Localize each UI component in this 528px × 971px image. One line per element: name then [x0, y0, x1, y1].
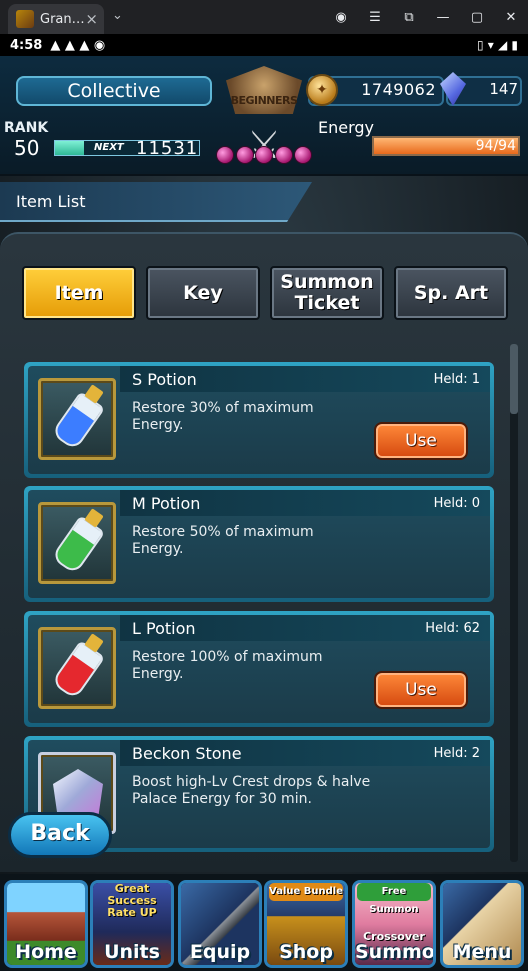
player-hud: Collective RANK 50 NEXT 11531 BEGINNERS …: [0, 56, 528, 176]
list-item[interactable]: S Potion Held: 1 Restore 30% of maximum …: [24, 362, 494, 478]
tab-sp-art[interactable]: Sp. Art: [394, 266, 508, 320]
browser-tab[interactable]: Gran… ×: [8, 4, 104, 34]
item-description: Restore 30% of maximum Energy.: [132, 400, 314, 433]
tab-summon-ticket[interactable]: Summon Ticket: [270, 266, 384, 320]
gem-icon: [216, 146, 234, 164]
browser-titlebar: Gran… × ⌄ ◉ ☰ ⧉ — ▢ ✕: [0, 0, 528, 34]
minimize-icon[interactable]: —: [426, 10, 460, 25]
back-button[interactable]: Back: [8, 812, 112, 858]
item-held-count: Held: 2: [433, 746, 480, 761]
nav-menu[interactable]: Menu: [440, 880, 524, 968]
nav-label: Summon: [355, 941, 435, 963]
next-exp-value: 11531: [136, 138, 199, 159]
nav-label: Units: [104, 941, 160, 963]
use-button[interactable]: Use: [374, 671, 468, 709]
player-name[interactable]: Collective: [16, 76, 212, 106]
item-list[interactable]: S Potion Held: 1 Restore 30% of maximum …: [24, 362, 494, 852]
tab-item[interactable]: Item: [22, 266, 136, 320]
item-name: S Potion: [132, 370, 197, 389]
game-screen: Collective RANK 50 NEXT 11531 BEGINNERS …: [0, 56, 528, 971]
nav-label: Shop: [279, 941, 333, 963]
tab-dropdown-icon[interactable]: ⌄: [112, 8, 123, 23]
system-icons: ▯ ▾ ◢ ▮: [477, 38, 518, 52]
nav-promo: Great Success Rate UP: [107, 882, 157, 919]
scroll-thumb[interactable]: [510, 344, 518, 414]
item-held-count: Held: 0: [433, 496, 480, 511]
nav-units[interactable]: Great Success Rate UP Units: [90, 880, 174, 968]
status-time: 4:58: [10, 37, 43, 53]
list-item[interactable]: M Potion Held: 0 Restore 50% of maximum …: [24, 486, 494, 602]
tab-title: Gran…: [40, 11, 85, 27]
game-favicon-icon: [16, 10, 34, 28]
item-name: Beckon Stone: [132, 744, 242, 763]
nav-equip[interactable]: Equip: [178, 880, 262, 968]
item-name: L Potion: [132, 619, 196, 638]
category-tabs: Item Key Summon Ticket Sp. Art: [22, 266, 508, 320]
gem-icon: [255, 146, 273, 164]
close-icon[interactable]: ✕: [494, 10, 528, 25]
rank-value: 50: [14, 136, 40, 160]
page-title: Item List: [16, 192, 86, 211]
item-held-count: Held: 62: [425, 621, 480, 636]
nav-label: Menu: [452, 941, 512, 963]
emblem-gems: [216, 146, 312, 164]
item-held-count: Held: 1: [433, 372, 480, 387]
gold-value: 1749062: [361, 80, 436, 99]
use-button[interactable]: Use: [374, 422, 468, 460]
screenshot-icon[interactable]: ⧉: [392, 10, 426, 25]
energy-value: 94/94: [475, 138, 516, 154]
item-description: Boost high-Lv Crest drops & halve Palace…: [132, 774, 371, 807]
gem-icon: [235, 146, 254, 164]
window-controls: ◉ ☰ ⧉ — ▢ ✕: [324, 0, 528, 34]
item-icon-frame: [38, 627, 116, 709]
gem-value: 147: [489, 80, 518, 98]
nav-home[interactable]: Home: [4, 880, 88, 968]
notification-icons: ▲ ▲ ▲ ◉: [50, 37, 106, 53]
tab-key[interactable]: Key: [146, 266, 260, 320]
gem-icon: [294, 146, 312, 164]
item-icon-frame: [38, 378, 116, 460]
gem-icon: [274, 146, 293, 164]
tab-close-icon[interactable]: ×: [85, 10, 98, 28]
list-item[interactable]: L Potion Held: 62 Restore 100% of maximu…: [24, 611, 494, 727]
item-icon-frame: [38, 502, 116, 584]
profile-icon[interactable]: ◉: [324, 10, 358, 25]
nav-badge: Free Summon: [357, 883, 431, 915]
maximize-icon[interactable]: ▢: [460, 10, 494, 25]
nav-shop[interactable]: Value Bundle Shop: [264, 880, 348, 968]
item-description: Restore 50% of maximum Energy.: [132, 524, 314, 557]
emblem-text: BEGINNERS: [230, 94, 298, 107]
nav-label: Home: [15, 941, 77, 963]
status-bar: 4:58 ▲ ▲ ▲ ◉ ▯ ▾ ◢ ▮: [0, 34, 528, 56]
nav-label: Equip: [189, 941, 251, 963]
item-description: Restore 100% of maximum Energy.: [132, 649, 323, 682]
energy-label: Energy: [318, 118, 375, 137]
next-label: NEXT: [94, 142, 124, 153]
gold-coin-icon: ✦: [306, 74, 338, 106]
rank-label: RANK: [4, 120, 49, 136]
rank-exp-fill: [55, 141, 84, 155]
nav-badge: Value Bundle: [269, 883, 343, 901]
list-scrollbar[interactable]: [510, 344, 518, 862]
item-name: M Potion: [132, 494, 201, 513]
nav-summon[interactable]: Free Summon Crossover Summon: [352, 880, 436, 968]
menu-icon[interactable]: ☰: [358, 10, 392, 25]
bottom-nav: Home Great Success Rate UP Units Equip V…: [0, 874, 528, 971]
beginners-emblem[interactable]: BEGINNERS ⚔: [212, 66, 316, 172]
